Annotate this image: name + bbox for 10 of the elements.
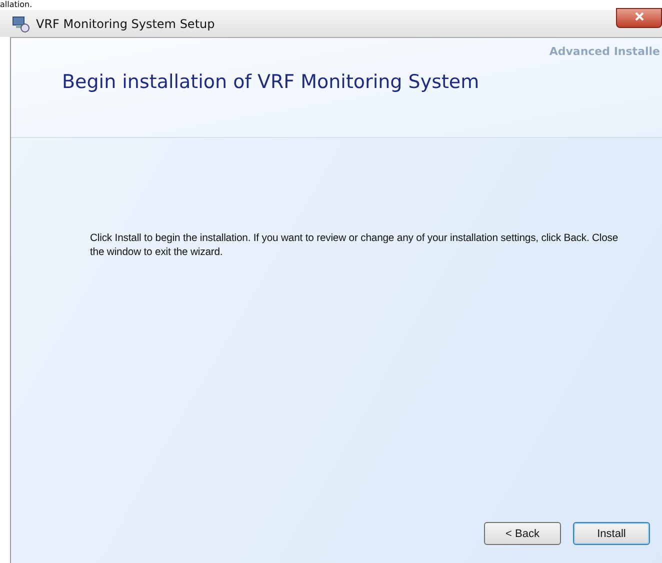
close-button[interactable] (616, 8, 662, 28)
brand-text: Advanced Installe (549, 45, 660, 58)
wizard-button[interactable]: Install (573, 522, 650, 545)
wizard-button[interactable]: < Back (484, 522, 561, 545)
page-heading: Begin installation of VRF Monitoring System (62, 71, 480, 93)
page-text-fragment: allation. (0, 0, 34, 10)
close-icon (634, 12, 644, 21)
computer-icon (12, 14, 30, 32)
instruction-text: Click Install to begin the installation. If you want to review or change any of your installation settings, click Back. Close the window to exit the wizard. (90, 232, 620, 260)
window-title: VRF Monitoring System Setup (36, 16, 215, 30)
